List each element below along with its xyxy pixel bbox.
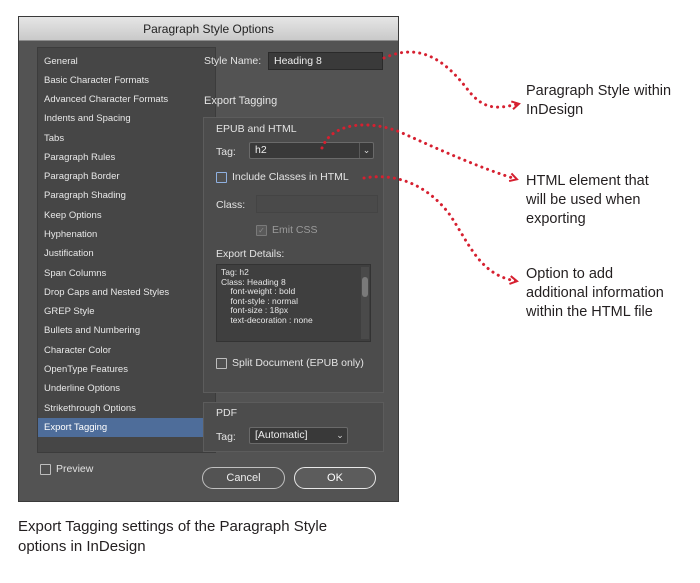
annotation-html-element: HTML element that will be used when expo…: [526, 172, 649, 229]
annotation-line: HTML element that: [526, 173, 649, 189]
annotation-line: exporting: [526, 211, 586, 227]
annotation-line: additional information: [526, 285, 664, 301]
annotation-line: Option to add: [526, 266, 614, 282]
annotation-style-within: Paragraph Style within InDesign: [526, 82, 671, 120]
annotation-line: within the HTML file: [526, 304, 653, 320]
arrow-style-name: [382, 50, 518, 107]
arrow-include-classes: [362, 175, 516, 281]
annotation-line: Paragraph Style within: [526, 83, 672, 99]
annotation-line: InDesign: [526, 102, 584, 118]
figure-caption: Export Tagging settings of the Paragraph…: [18, 517, 358, 557]
caption-line: options in InDesign: [18, 538, 146, 555]
caption-line: Export Tagging settings of the Paragraph…: [18, 518, 328, 535]
annotation-line: will be used when: [526, 192, 641, 208]
arrow-tag-select: [320, 123, 516, 179]
annotation-option-add: Option to add additional information wit…: [526, 265, 664, 322]
